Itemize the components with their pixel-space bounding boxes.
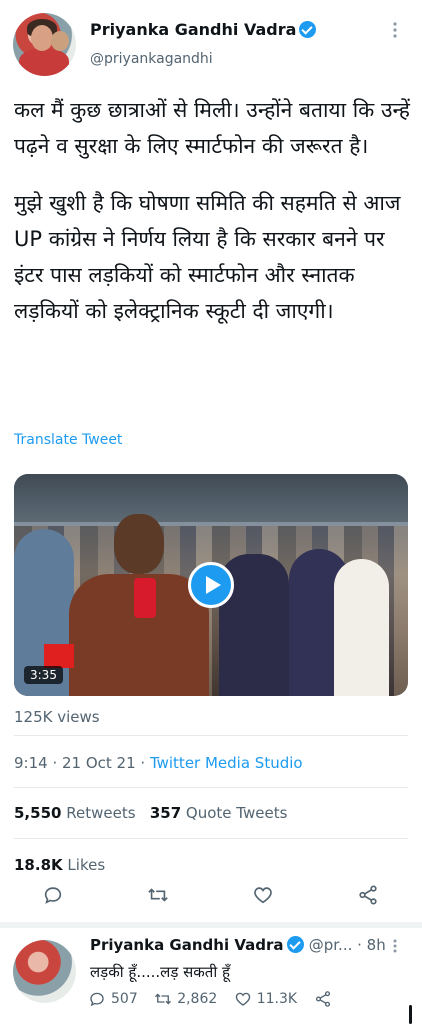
author-avatar[interactable] xyxy=(13,13,76,76)
tweet-time[interactable]: 9:14 · 21 Oct 21 · xyxy=(14,754,150,772)
tweet-meta: 9:14 · 21 Oct 21 · Twitter Media Studio xyxy=(14,754,303,772)
author-handle[interactable]: @priyankagandhi xyxy=(90,51,213,67)
reply-author-row[interactable]: Priyanka Gandhi Vadra @pr... · 8h xyxy=(90,936,386,954)
retweet-icon xyxy=(155,993,172,1005)
quote-tweets-stat[interactable]: 357 Quote Tweets xyxy=(150,804,288,822)
section-divider xyxy=(0,922,422,928)
reply-retweets-count: 2,862 xyxy=(177,991,218,1007)
tweet-text: कल मैं कुछ छात्राओं से मिली। उन्होंने बत… xyxy=(14,92,410,329)
retweets-label: Retweets xyxy=(66,804,136,822)
reply-likes-count: 11.3K xyxy=(256,991,298,1007)
like-icon xyxy=(235,992,250,1006)
author-name[interactable]: Priyanka Gandhi Vadra xyxy=(90,20,296,39)
view-count: 125K views xyxy=(14,708,100,726)
like-icon[interactable] xyxy=(248,880,278,910)
divider xyxy=(14,838,408,839)
video-scene-logo xyxy=(44,644,74,668)
quote-label: Quote Tweets xyxy=(185,804,288,822)
avatar-scarf xyxy=(19,49,69,76)
reporter-head xyxy=(114,514,164,574)
author-name-row[interactable]: Priyanka Gandhi Vadra xyxy=(90,20,317,39)
reply-icon[interactable] xyxy=(38,880,68,910)
divider xyxy=(14,787,408,788)
retweets-stat[interactable]: 5,550 Retweets xyxy=(14,804,136,822)
likes-stat[interactable]: 18.8K Likes xyxy=(14,856,105,874)
translate-tweet-link[interactable]: Translate Tweet xyxy=(14,432,122,448)
tweet-source[interactable]: Twitter Media Studio xyxy=(150,754,303,772)
tweet-actions xyxy=(0,880,422,914)
verified-icon xyxy=(286,936,304,953)
likes-label: Likes xyxy=(67,856,106,874)
video-scene-microphone xyxy=(134,578,156,618)
share-icon[interactable] xyxy=(353,880,383,910)
divider xyxy=(14,735,408,736)
reply-replies-count: 507 xyxy=(111,991,138,1007)
reply-replies-button[interactable]: 507 xyxy=(88,990,138,1008)
play-icon[interactable] xyxy=(188,562,234,608)
quote-count: 357 xyxy=(149,804,182,822)
more-icon[interactable] xyxy=(393,22,397,42)
reply-share-button[interactable] xyxy=(314,990,337,1008)
retweets-count: 5,550 xyxy=(14,804,62,822)
tweet-text-paragraph-1: कल मैं कुछ छात्राओं से मिली। उन्होंने बत… xyxy=(14,98,410,158)
video-duration: 3:35 xyxy=(24,666,63,684)
reply-author-name[interactable]: Priyanka Gandhi Vadra xyxy=(90,936,284,954)
reply-author-avatar[interactable] xyxy=(13,940,76,1003)
retweet-icon[interactable] xyxy=(143,880,173,910)
reply-icon xyxy=(90,992,104,1007)
scrollbar[interactable] xyxy=(409,1005,412,1024)
engagement-stats: 5,550 Retweets 357 Quote Tweets xyxy=(14,804,287,822)
video-player[interactable]: 3:35 xyxy=(14,474,408,696)
tweet-text-paragraph-2: मुझे खुशी है कि घोषणा समिति की सहमति से … xyxy=(14,191,401,323)
likes-count: 18.8K xyxy=(14,856,63,874)
verified-icon xyxy=(299,21,317,38)
tweet-header: Priyanka Gandhi Vadra @priyankagandhi xyxy=(0,0,422,90)
reply-retweets-button[interactable]: 2,862 xyxy=(154,990,217,1008)
reply-likes-button[interactable]: 11.3K xyxy=(234,990,297,1008)
reply-handle-time: @pr... · 8h xyxy=(308,936,386,954)
reply-more-icon[interactable] xyxy=(393,938,397,957)
reply-actions: 507 2,862 11.3K xyxy=(88,990,349,1012)
avatar-child xyxy=(51,31,69,51)
share-icon xyxy=(315,991,330,1007)
reply-text: लड़की हूँ.....लड़ सकती हूँ xyxy=(90,963,230,981)
video-scene-student xyxy=(334,559,389,696)
avatar-face xyxy=(31,25,53,51)
